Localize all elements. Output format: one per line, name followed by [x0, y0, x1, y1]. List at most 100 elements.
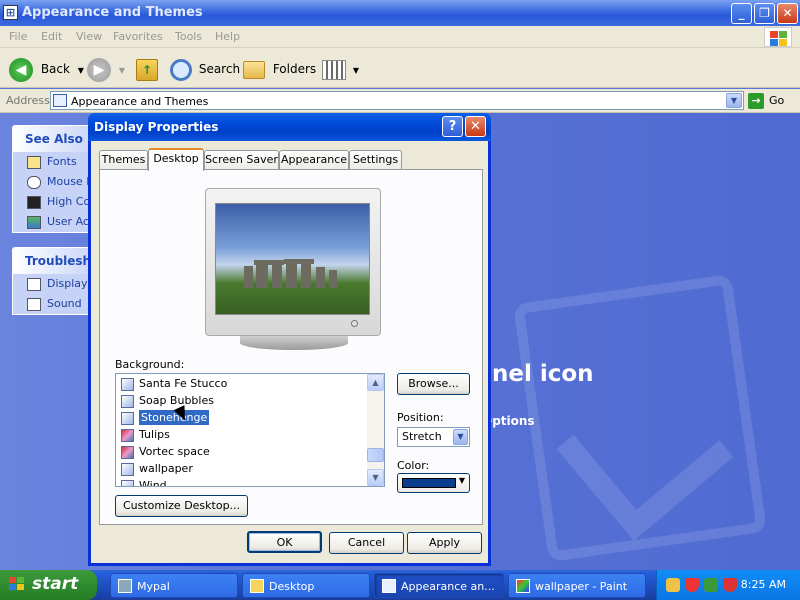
list-item[interactable]: Tulips: [121, 426, 170, 443]
menu-view[interactable]: View: [76, 30, 102, 43]
list-item-selected[interactable]: Stonehenge: [121, 409, 211, 426]
dialog-title: Display Properties: [94, 120, 219, 134]
high-contrast-icon: [27, 195, 41, 209]
start-label: start: [32, 574, 79, 594]
scroll-down-icon[interactable]: ▼: [367, 469, 384, 486]
address-dropdown-icon[interactable]: ▼: [726, 93, 742, 108]
paint-icon: [516, 579, 530, 593]
list-item[interactable]: wallpaper: [121, 460, 193, 477]
list-item[interactable]: Vortec space: [121, 443, 210, 460]
menu-tools[interactable]: Tools: [175, 30, 202, 43]
up-button[interactable]: ↑: [136, 56, 158, 82]
see-also-fonts[interactable]: Fonts: [13, 152, 99, 172]
go-button[interactable]: → Go: [748, 91, 784, 111]
troubleshoot-display[interactable]: Display: [13, 274, 99, 294]
folders-button[interactable]: Folders: [243, 56, 316, 82]
see-also-panel: See Also Fonts Mouse P High Co User Acc: [12, 125, 100, 233]
bitmap-icon: [121, 462, 134, 476]
forward-button[interactable]: ▶ ▼: [87, 56, 125, 82]
tab-appearance[interactable]: Appearance: [279, 150, 349, 170]
dialog-close-button[interactable]: ✕: [465, 116, 486, 137]
apply-button[interactable]: Apply: [407, 532, 482, 554]
tab-settings[interactable]: Settings: [349, 150, 402, 170]
help-button[interactable]: ?: [442, 116, 463, 137]
views-dropdown-icon: ▼: [352, 66, 359, 75]
tab-screen-saver[interactable]: Screen Saver: [204, 150, 279, 170]
chevron-down-icon: ▼: [458, 476, 465, 485]
explorer-title-bar[interactable]: ⊞ Appearance and Themes _ ❐ ✕: [0, 0, 800, 26]
taskbar-item-paint[interactable]: wallpaper - Paint: [508, 573, 646, 598]
bitmap-icon: [121, 411, 134, 425]
chevron-down-icon[interactable]: ▼: [453, 429, 468, 445]
address-input[interactable]: Appearance and Themes ▼: [50, 91, 744, 110]
views-button[interactable]: ▼: [322, 56, 359, 82]
list-item[interactable]: Soap Bubbles: [121, 392, 214, 409]
browse-button[interactable]: Browse...: [397, 373, 470, 395]
window-title: Appearance and Themes: [22, 5, 203, 20]
go-label: Go: [769, 94, 785, 107]
search-icon: [170, 58, 192, 81]
color-picker-button[interactable]: ▼: [397, 473, 470, 493]
close-button[interactable]: ✕: [777, 3, 798, 24]
desktop-tab-panel: Background: Santa Fe Stucco Soap Bubbles…: [99, 169, 483, 525]
background-label: Background:: [115, 358, 185, 371]
address-bar: Address Appearance and Themes ▼ → Go: [0, 89, 800, 113]
taskbar-item-appearance[interactable]: Appearance an...: [374, 573, 504, 598]
wallpaper-preview: [215, 203, 370, 315]
security-shield-icon[interactable]: [685, 578, 699, 592]
see-also-high-contrast[interactable]: High Co: [13, 192, 99, 212]
taskbar-item-desktop[interactable]: Desktop: [242, 573, 370, 598]
image-icon: [121, 428, 134, 442]
see-also-user-accounts[interactable]: User Acc: [13, 212, 99, 232]
control-panel-icon: ⊞: [3, 5, 18, 20]
ok-button[interactable]: OK: [247, 531, 322, 553]
minimize-button[interactable]: _: [731, 3, 752, 24]
network-icon[interactable]: [666, 578, 680, 592]
back-dropdown-icon[interactable]: ▼: [78, 66, 84, 75]
position-value: Stretch: [402, 430, 442, 443]
clock[interactable]: 8:25 AM: [741, 578, 786, 591]
color-label: Color:: [397, 459, 430, 472]
position-label: Position:: [397, 411, 444, 424]
taskbar: start Mypal Desktop Appearance an... wal…: [0, 570, 800, 600]
position-select[interactable]: Stretch ▼: [397, 427, 470, 447]
troubleshoot-sound[interactable]: Sound: [13, 294, 99, 314]
menu-edit[interactable]: Edit: [41, 30, 62, 43]
antivirus-icon[interactable]: [704, 578, 718, 592]
list-item[interactable]: Santa Fe Stucco: [121, 375, 227, 392]
maximize-button[interactable]: ❐: [754, 3, 775, 24]
address-value: Appearance and Themes: [71, 95, 209, 108]
menu-bar: File Edit View Favorites Tools Help: [0, 26, 800, 48]
start-button[interactable]: start: [0, 570, 97, 600]
scroll-thumb[interactable]: [367, 448, 384, 462]
cancel-button[interactable]: Cancel: [329, 532, 404, 554]
background-list[interactable]: Santa Fe Stucco Soap Bubbles Stonehenge …: [115, 373, 385, 487]
forward-arrow-icon: ▶: [87, 57, 111, 82]
address-label: Address: [6, 94, 50, 107]
customize-desktop-button[interactable]: Customize Desktop...: [115, 495, 248, 517]
tab-themes[interactable]: Themes: [99, 150, 148, 170]
list-scrollbar[interactable]: ▲ ▼: [367, 374, 384, 486]
color-swatch: [402, 478, 456, 488]
search-button[interactable]: Search: [170, 56, 240, 82]
folders-label: Folders: [272, 62, 317, 76]
dialog-title-bar[interactable]: Display Properties ? ✕: [88, 113, 491, 141]
taskbar-item-mypal[interactable]: Mypal: [110, 573, 238, 598]
tab-desktop[interactable]: Desktop: [148, 148, 204, 171]
scroll-up-icon[interactable]: ▲: [367, 374, 384, 391]
folder-up-icon: ↑: [136, 58, 158, 81]
menu-favorites[interactable]: Favorites: [113, 30, 163, 43]
list-item[interactable]: Wind: [121, 477, 167, 486]
folder-icon: [250, 579, 264, 593]
forward-dropdown-icon[interactable]: ▼: [119, 66, 125, 75]
menu-help[interactable]: Help: [215, 30, 240, 43]
see-also-mouse[interactable]: Mouse P: [13, 172, 99, 192]
alert-shield-icon[interactable]: [723, 578, 737, 592]
see-also-header[interactable]: See Also: [13, 126, 99, 152]
windows-logo-icon: [764, 27, 792, 47]
pick-control-panel-icon-heading: nel icon: [492, 361, 594, 387]
menu-file[interactable]: File: [9, 30, 27, 43]
monitor-stand: [240, 336, 348, 350]
back-button[interactable]: ◀ Back ▼: [9, 56, 84, 82]
troubleshooters-header[interactable]: Troubleshoo: [13, 248, 99, 274]
